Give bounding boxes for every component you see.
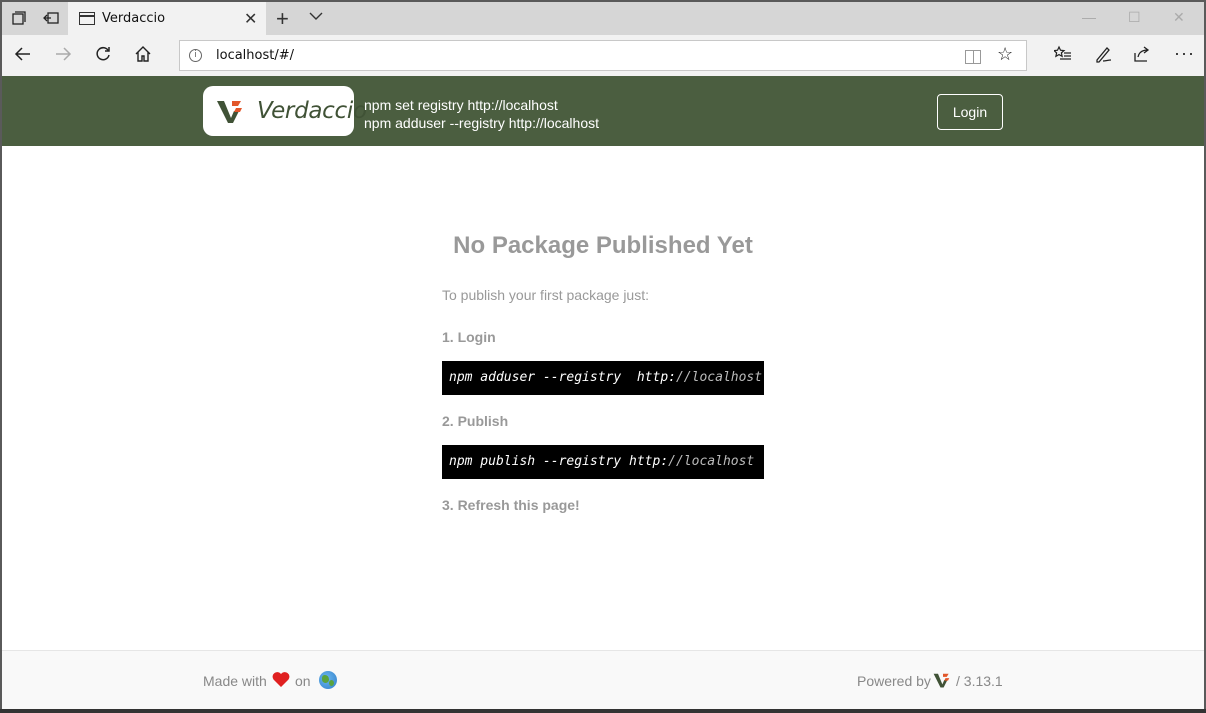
address-bar[interactable]: i localhost/#/ ☆ [179, 40, 1027, 71]
tab-actions-icon[interactable] [10, 10, 28, 28]
heart-icon [272, 672, 290, 687]
verdaccio-logo-icon [217, 101, 242, 123]
code-adduser-cmd: npm adduser --registry http: [449, 370, 676, 385]
code-adduser-url: //localhost [675, 370, 763, 385]
app-header: Verdaccio npm set registry http://localh… [2, 76, 1204, 146]
minimize-icon[interactable]: — [1082, 9, 1096, 25]
main-content: No Package Published Yet To publish your… [2, 146, 1204, 650]
maximize-icon[interactable]: ☐ [1128, 9, 1141, 26]
pen-icon[interactable] [1094, 45, 1112, 68]
intro-text: To publish your first package just: [442, 287, 649, 303]
logo-text: Verdaccio [257, 98, 367, 124]
plus-icon[interactable]: + [276, 6, 289, 32]
navigation-bar: i localhost/#/ ☆ ··· [2, 35, 1204, 76]
favorites-list-icon[interactable] [1052, 45, 1072, 68]
refresh-icon[interactable] [92, 45, 114, 67]
star-icon[interactable]: ☆ [997, 44, 1013, 65]
page-icon [79, 12, 95, 25]
tab-verdaccio[interactable]: Verdaccio ✕ [68, 2, 266, 35]
set-aside-icon[interactable] [42, 10, 60, 28]
tab-bar: Verdaccio ✕ + — ☐ ✕ [2, 2, 1204, 35]
forward-arrow-icon[interactable] [52, 45, 74, 67]
login-button[interactable]: Login [937, 94, 1003, 130]
adduser-command: npm adduser --registry http://localhost [364, 115, 599, 131]
close-icon[interactable]: ✕ [244, 9, 257, 29]
url-text[interactable]: localhost/#/ [216, 48, 294, 63]
powered-by-text: Powered by [857, 673, 931, 689]
tab-title: Verdaccio [102, 11, 166, 26]
browser-window: Verdaccio ✕ + — ☐ ✕ i localhost/#/ ☆ ···… [2, 2, 1204, 709]
home-icon[interactable] [132, 45, 154, 67]
made-with-text: Made with [203, 673, 267, 689]
version-text: / 3.13.1 [956, 673, 1003, 689]
on-text: on [295, 673, 311, 689]
step-refresh: 3. Refresh this page! [442, 497, 580, 513]
background-strip [0, 709, 1206, 713]
window-close-icon[interactable]: ✕ [1173, 9, 1185, 26]
step-publish: 2. Publish [442, 413, 509, 429]
info-icon[interactable]: i [189, 49, 202, 62]
more-icon[interactable]: ··· [1174, 43, 1195, 64]
verdaccio-small-logo-icon [933, 673, 950, 688]
page-title: No Package Published Yet [453, 232, 753, 259]
back-arrow-icon[interactable] [12, 45, 34, 67]
code-publish-cmd: npm publish --registry http: [449, 454, 669, 469]
globe-icon [319, 671, 337, 689]
logo[interactable]: Verdaccio [203, 86, 367, 136]
reading-view-icon[interactable] [965, 50, 981, 64]
share-icon[interactable] [1133, 45, 1151, 68]
footer: Made with on Powered by / 3.13.1 [2, 650, 1204, 709]
code-publish: npm publish --registry http://localhost [442, 445, 764, 479]
step-login: 1. Login [442, 329, 496, 345]
code-adduser: npm adduser --registry http://localhost [442, 361, 764, 395]
code-publish-url: //localhost [668, 454, 755, 469]
chevron-down-icon[interactable] [309, 10, 323, 24]
registry-command: npm set registry http://localhost [364, 97, 558, 113]
